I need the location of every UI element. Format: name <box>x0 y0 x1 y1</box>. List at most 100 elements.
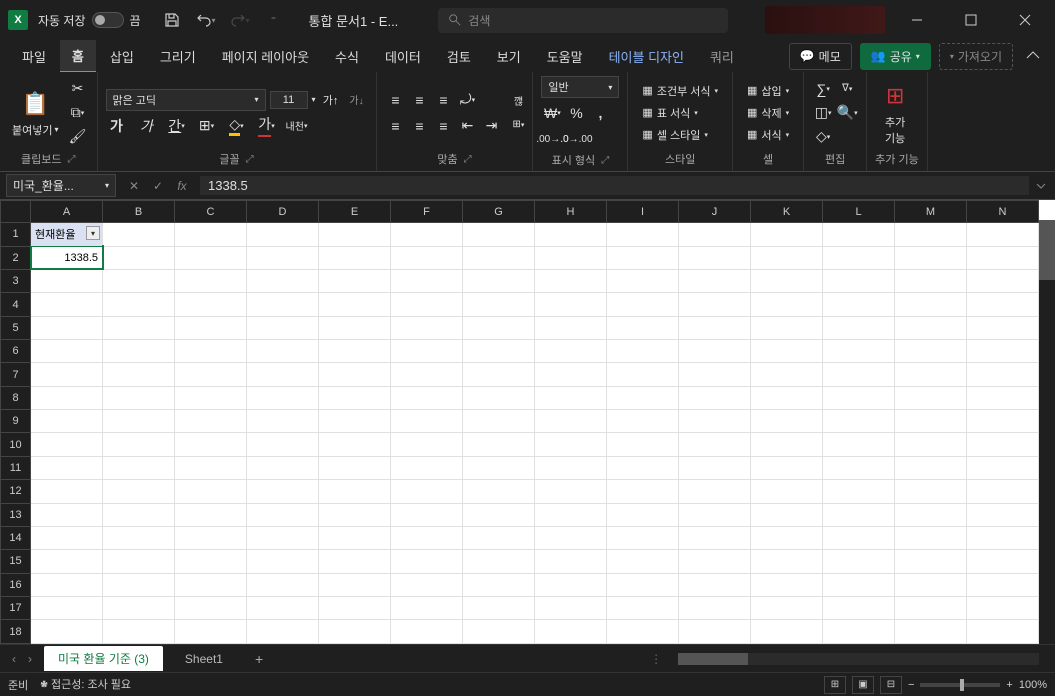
cell-E7[interactable] <box>319 363 391 386</box>
cell-A9[interactable] <box>31 410 103 433</box>
tab-help[interactable]: 도움말 <box>535 41 595 72</box>
zoom-in-button[interactable]: + <box>1006 679 1012 691</box>
cell-I11[interactable] <box>607 456 679 479</box>
cell-I15[interactable] <box>607 550 679 573</box>
cell-C8[interactable] <box>175 386 247 409</box>
cell-L5[interactable] <box>823 316 895 339</box>
cell-B7[interactable] <box>103 363 175 386</box>
cell-E15[interactable] <box>319 550 391 573</box>
tab-data[interactable]: 데이터 <box>373 41 433 72</box>
cell-I16[interactable] <box>607 573 679 596</box>
tab-file[interactable]: 파일 <box>10 41 58 72</box>
align-right-button[interactable]: ≡ <box>433 115 455 137</box>
cell-B2[interactable] <box>103 246 175 269</box>
cell-A12[interactable] <box>31 480 103 503</box>
cell-I18[interactable] <box>607 620 679 644</box>
cell-G10[interactable] <box>463 433 535 456</box>
cell-N13[interactable] <box>967 503 1039 526</box>
h-scrollbar-thumb[interactable] <box>678 653 748 665</box>
cell-D7[interactable] <box>247 363 319 386</box>
cell-N14[interactable] <box>967 526 1039 549</box>
cell-F8[interactable] <box>391 386 463 409</box>
account-area[interactable] <box>765 6 885 34</box>
column-header-E[interactable]: E <box>319 201 391 223</box>
cell-B16[interactable] <box>103 573 175 596</box>
cell-L18[interactable] <box>823 620 895 644</box>
cell-A11[interactable] <box>31 456 103 479</box>
border-button[interactable]: ⊞▾ <box>196 115 218 137</box>
row-header-11[interactable]: 11 <box>1 456 31 479</box>
cell-I9[interactable] <box>607 410 679 433</box>
cell-C13[interactable] <box>175 503 247 526</box>
cell-B3[interactable] <box>103 269 175 292</box>
cell-N1[interactable] <box>967 223 1039 246</box>
cell-D8[interactable] <box>247 386 319 409</box>
cell-A6[interactable] <box>31 340 103 363</box>
row-header-13[interactable]: 13 <box>1 503 31 526</box>
cell-F13[interactable] <box>391 503 463 526</box>
bold-button[interactable]: 가 <box>106 115 128 137</box>
view-normal-button[interactable]: ⊞ <box>824 676 846 694</box>
cell-G12[interactable] <box>463 480 535 503</box>
paste-button[interactable]: 📋 붙여넣기▾ <box>8 86 63 140</box>
font-size-select[interactable]: 11 <box>270 91 308 109</box>
column-header-B[interactable]: B <box>103 201 175 223</box>
scrollbar-thumb[interactable] <box>1039 220 1055 280</box>
insert-cells-button[interactable]: ▦삽입▾ <box>741 81 795 101</box>
format-cells-button[interactable]: ▦서식▾ <box>741 125 795 145</box>
cell-J2[interactable] <box>679 246 751 269</box>
spreadsheet-grid[interactable]: ABCDEFGHIJKLMN1현재환율▾21338.53456789101112… <box>0 200 1055 644</box>
column-header-N[interactable]: N <box>967 201 1039 223</box>
row-header-4[interactable]: 4 <box>1 293 31 316</box>
cell-I3[interactable] <box>607 269 679 292</box>
tab-query[interactable]: 쿼리 <box>698 41 746 72</box>
cell-B10[interactable] <box>103 433 175 456</box>
cell-I5[interactable] <box>607 316 679 339</box>
column-header-I[interactable]: I <box>607 201 679 223</box>
cell-G13[interactable] <box>463 503 535 526</box>
cell-F14[interactable] <box>391 526 463 549</box>
cell-M1[interactable] <box>895 223 967 246</box>
cell-I13[interactable] <box>607 503 679 526</box>
cell-E2[interactable] <box>319 246 391 269</box>
cell-G15[interactable] <box>463 550 535 573</box>
sheet-tab-active[interactable]: 미국 환율 기준 (3) <box>44 646 163 671</box>
share-button[interactable]: 👥 공유 ▾ <box>860 43 931 70</box>
autosave-toggle[interactable]: 자동 저장 끔 <box>38 12 141 29</box>
align-launcher[interactable]: ⤢ <box>464 154 472 165</box>
cell-F1[interactable] <box>391 223 463 246</box>
cell-G11[interactable] <box>463 456 535 479</box>
cell-I4[interactable] <box>607 293 679 316</box>
cell-G9[interactable] <box>463 410 535 433</box>
cell-M15[interactable] <box>895 550 967 573</box>
align-top-button[interactable]: ≡ <box>385 89 407 111</box>
cell-F9[interactable] <box>391 410 463 433</box>
cell-E8[interactable] <box>319 386 391 409</box>
tab-draw[interactable]: 그리기 <box>148 41 208 72</box>
comma-button[interactable]: , <box>589 102 611 124</box>
row-header-16[interactable]: 16 <box>1 573 31 596</box>
cell-C2[interactable] <box>175 246 247 269</box>
sheet-tab-sheet1[interactable]: Sheet1 <box>171 648 237 670</box>
cell-K4[interactable] <box>751 293 823 316</box>
cell-E18[interactable] <box>319 620 391 644</box>
cell-N5[interactable] <box>967 316 1039 339</box>
cell-E13[interactable] <box>319 503 391 526</box>
cell-M8[interactable] <box>895 386 967 409</box>
cell-G16[interactable] <box>463 573 535 596</box>
cell-H18[interactable] <box>535 620 607 644</box>
align-middle-button[interactable]: ≡ <box>409 89 431 111</box>
cell-M3[interactable] <box>895 269 967 292</box>
cell-K12[interactable] <box>751 480 823 503</box>
cell-A3[interactable] <box>31 269 103 292</box>
cell-A18[interactable] <box>31 620 103 644</box>
undo-button[interactable]: ▾ <box>193 7 219 33</box>
cell-A1[interactable]: 현재환율▾ <box>31 223 103 246</box>
cell-F15[interactable] <box>391 550 463 573</box>
add-sheet-button[interactable]: + <box>245 647 273 671</box>
addins-button[interactable]: ⊞ 추가 기능 <box>875 78 915 148</box>
column-header-K[interactable]: K <box>751 201 823 223</box>
cell-M5[interactable] <box>895 316 967 339</box>
row-header-3[interactable]: 3 <box>1 269 31 292</box>
cell-H15[interactable] <box>535 550 607 573</box>
